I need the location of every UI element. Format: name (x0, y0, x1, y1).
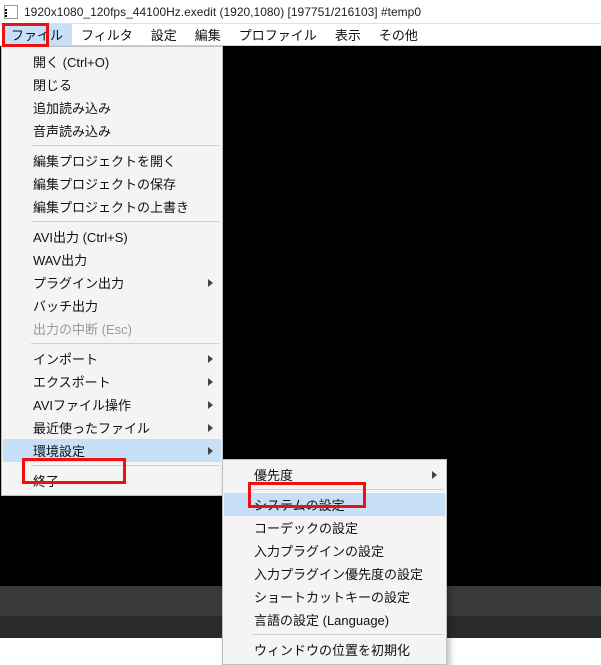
label: 言語の設定 (Language) (254, 610, 389, 629)
menu-item-open[interactable]: 開く (Ctrl+O) (3, 50, 221, 73)
submenu-item-codec-settings[interactable]: コーデックの設定 (224, 516, 445, 539)
chevron-right-icon (208, 378, 213, 386)
menu-item-close[interactable]: 閉じる (3, 73, 221, 96)
submenu-item-input-plugin-settings[interactable]: 入力プラグインの設定 (224, 539, 445, 562)
menu-item-audio-load[interactable]: 音声読み込み (3, 119, 221, 142)
file-menu-dropdown: 開く (Ctrl+O) 閉じる 追加読み込み 音声読み込み 編集プロジェクトを開… (1, 46, 223, 496)
label: 入力プラグイン優先度の設定 (254, 564, 423, 583)
label: バッチ出力 (33, 296, 98, 315)
menu-view[interactable]: 表示 (326, 24, 370, 45)
label: 出力の中断 (Esc) (33, 319, 132, 338)
label: 最近使ったファイル (33, 418, 150, 437)
chevron-right-icon (208, 447, 213, 455)
label: システムの設定 (254, 495, 345, 514)
label: AVI出力 (Ctrl+S) (33, 227, 128, 246)
menu-item-recent-files[interactable]: 最近使ったファイル (3, 416, 221, 439)
menu-item-avi-file-ops[interactable]: AVIファイル操作 (3, 393, 221, 416)
submenu-item-reset-window-pos[interactable]: ウィンドウの位置を初期化 (224, 638, 445, 661)
label: 編集プロジェクトの上書き (33, 197, 189, 216)
label: 入力プラグインの設定 (254, 541, 384, 560)
menu-separator (31, 343, 219, 344)
menu-item-additional-load[interactable]: 追加読み込み (3, 96, 221, 119)
menu-item-overwrite-project[interactable]: 編集プロジェクトの上書き (3, 195, 221, 218)
label: インポート (33, 349, 98, 368)
menu-separator (31, 465, 219, 466)
label: エクスポート (33, 372, 111, 391)
label: ウィンドウの位置を初期化 (254, 640, 410, 659)
menu-file[interactable]: ファイル (2, 24, 72, 45)
menu-separator (252, 489, 443, 490)
chevron-right-icon (208, 355, 213, 363)
submenu-item-input-plugin-priority[interactable]: 入力プラグイン優先度の設定 (224, 562, 445, 585)
label: WAV出力 (33, 250, 87, 269)
menu-item-save-project[interactable]: 編集プロジェクトの保存 (3, 172, 221, 195)
menu-edit[interactable]: 編集 (186, 24, 230, 45)
menu-other[interactable]: その他 (370, 24, 427, 45)
menu-filter[interactable]: フィルタ (72, 24, 142, 45)
label: 優先度 (254, 465, 293, 484)
menu-item-env-settings[interactable]: 環境設定 (3, 439, 221, 462)
label: AVIファイル操作 (33, 395, 131, 414)
label: 編集プロジェクトを開く (33, 151, 176, 170)
menu-settings[interactable]: 設定 (142, 24, 186, 45)
label: コーデックの設定 (254, 518, 358, 537)
label: 編集プロジェクトの保存 (33, 174, 176, 193)
menu-item-open-project[interactable]: 編集プロジェクトを開く (3, 149, 221, 172)
env-settings-submenu: 優先度 システムの設定 コーデックの設定 入力プラグインの設定 入力プラグイン優… (222, 459, 447, 665)
window-title: 1920x1080_120fps_44100Hz.exedit (1920,10… (24, 5, 421, 19)
menu-item-avi-out[interactable]: AVI出力 (Ctrl+S) (3, 225, 221, 248)
label: 閉じる (33, 75, 72, 94)
menu-item-plugin-out[interactable]: プラグイン出力 (3, 271, 221, 294)
menu-item-batch-out[interactable]: バッチ出力 (3, 294, 221, 317)
chevron-right-icon (208, 279, 213, 287)
menubar: ファイル フィルタ 設定 編集 プロファイル 表示 その他 (0, 24, 601, 46)
label: 追加読み込み (33, 98, 111, 117)
menu-item-abort-out: 出力の中断 (Esc) (3, 317, 221, 340)
menu-separator (252, 634, 443, 635)
menu-separator (31, 145, 219, 146)
client-area: 開く (Ctrl+O) 閉じる 追加読み込み 音声読み込み 編集プロジェクトを開… (0, 46, 601, 638)
submenu-item-system-settings[interactable]: システムの設定 (224, 493, 445, 516)
submenu-item-priority[interactable]: 優先度 (224, 463, 445, 486)
chevron-right-icon (208, 401, 213, 409)
menu-separator (31, 221, 219, 222)
menu-profile[interactable]: プロファイル (230, 24, 326, 45)
menu-item-import[interactable]: インポート (3, 347, 221, 370)
menu-item-wav-out[interactable]: WAV出力 (3, 248, 221, 271)
app-icon (4, 5, 18, 19)
submenu-item-shortcut-settings[interactable]: ショートカットキーの設定 (224, 585, 445, 608)
menu-item-export[interactable]: エクスポート (3, 370, 221, 393)
label: 音声読み込み (33, 121, 111, 140)
label: プラグイン出力 (33, 273, 124, 292)
titlebar: 1920x1080_120fps_44100Hz.exedit (1920,10… (0, 0, 601, 24)
chevron-right-icon (208, 424, 213, 432)
label: 終了 (33, 471, 59, 490)
label: 開く (Ctrl+O) (33, 52, 109, 71)
label: ショートカットキーの設定 (254, 587, 410, 606)
label: 環境設定 (33, 441, 85, 460)
submenu-item-language-settings[interactable]: 言語の設定 (Language) (224, 608, 445, 631)
menu-item-exit[interactable]: 終了 (3, 469, 221, 492)
chevron-right-icon (432, 471, 437, 479)
